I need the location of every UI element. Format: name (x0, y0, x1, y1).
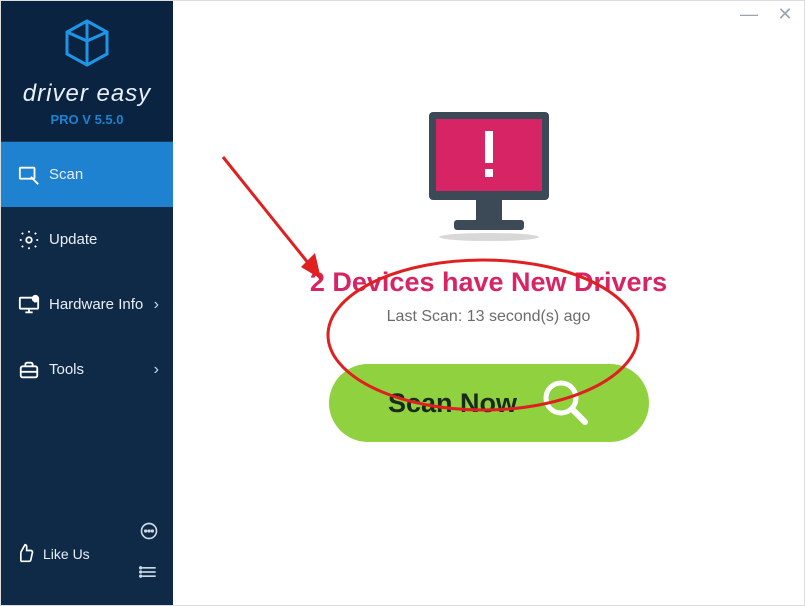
scan-now-label: Scan Now (388, 388, 517, 419)
logo-area: driver easy PRO V 5.5.0 (1, 1, 173, 142)
minimize-button[interactable]: — (740, 7, 758, 21)
chevron-right-icon: › (154, 361, 159, 379)
toolbox-icon (15, 359, 43, 381)
svg-text:i: i (35, 296, 37, 303)
sidebar-item-label: Tools (49, 361, 154, 378)
menu-list-icon[interactable] (139, 562, 159, 587)
monitor-alert-icon (414, 107, 564, 247)
thumbs-up-icon (15, 543, 35, 566)
scan-now-button[interactable]: Scan Now (329, 364, 649, 442)
main-panel: — ✕ 2 Devices have New Drivers Last Scan… (173, 1, 804, 605)
sidebar-item-label: Update (49, 231, 159, 248)
like-us-label: Like Us (43, 546, 90, 562)
scan-icon (15, 164, 43, 186)
sidebar-item-label: Scan (49, 166, 159, 183)
gear-refresh-icon (15, 229, 43, 251)
brand-logo-icon (61, 19, 113, 74)
chevron-right-icon: › (154, 296, 159, 314)
brand-name: driver easy (1, 80, 173, 108)
sidebar-item-hardware-info[interactable]: i Hardware Info › (1, 272, 173, 337)
footer-icons (139, 521, 159, 587)
sidebar-item-tools[interactable]: Tools › (1, 337, 173, 402)
sidebar-item-label: Hardware Info (49, 296, 154, 313)
monitor-info-icon: i (15, 294, 43, 316)
titlebar: — ✕ (173, 1, 804, 27)
nav: Scan Update (1, 142, 173, 511)
sidebar-footer: Like Us (1, 511, 173, 605)
last-scan-label: Last Scan: 13 second(s) ago (173, 308, 804, 326)
like-us-button[interactable]: Like Us (15, 543, 90, 566)
content-area: 2 Devices have New Drivers Last Scan: 13… (173, 27, 804, 442)
app-window: driver easy PRO V 5.5.0 Scan (0, 0, 805, 606)
magnifier-icon (539, 376, 589, 431)
sidebar-item-update[interactable]: Update (1, 207, 173, 272)
version-label: PRO V 5.5.0 (1, 112, 173, 127)
feedback-icon[interactable] (139, 521, 159, 546)
sidebar: driver easy PRO V 5.5.0 Scan (1, 1, 173, 605)
sidebar-item-scan[interactable]: Scan (1, 142, 173, 207)
close-button[interactable]: ✕ (776, 7, 794, 21)
headline-text: 2 Devices have New Drivers (173, 267, 804, 298)
